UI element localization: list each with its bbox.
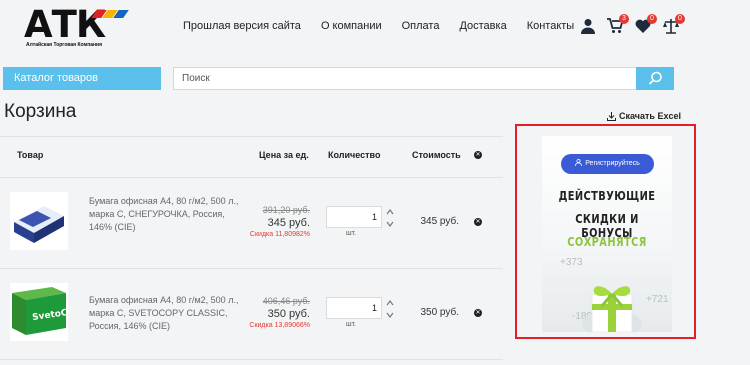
- unit: шт.: [346, 321, 356, 328]
- quantity-input[interactable]: 1: [326, 206, 382, 228]
- product-description[interactable]: Бумага офисная А4, 80 г/м2, 500 л., марк…: [89, 294, 249, 333]
- favorites-badge: 0: [647, 14, 657, 24]
- nav-delivery[interactable]: Доставка: [459, 20, 506, 32]
- row-cost: 345 руб.: [420, 216, 459, 227]
- nav-old-site[interactable]: Прошлая версия сайта: [183, 20, 301, 32]
- product-description[interactable]: Бумага офисная А4, 80 г/м2, 500 л., марк…: [89, 195, 249, 234]
- old-price: 391,20 руб.: [262, 205, 310, 215]
- download-excel-label: Скачать Excel: [619, 111, 681, 121]
- gift-icon: [582, 286, 642, 332]
- header-cost: Стоимость: [412, 150, 461, 160]
- remove-item-icon[interactable]: ✕: [474, 218, 482, 226]
- cart-badge: 3: [619, 14, 629, 24]
- logo[interactable]: АТК Алтайская Торговая Компания: [24, 6, 134, 48]
- user-icon: [575, 158, 583, 167]
- page-title: Корзина: [4, 101, 77, 122]
- divider: [0, 268, 503, 269]
- banner-line-1: ДЕЙСТВУЮЩИЕ: [558, 189, 656, 203]
- banner-line-3: СОХРАНЯТСЯ: [567, 235, 647, 249]
- divider: [0, 359, 503, 360]
- register-button[interactable]: Регистрируйтесь: [561, 154, 654, 174]
- search-icon: [648, 71, 662, 85]
- product-image[interactable]: [10, 192, 68, 250]
- download-excel-link[interactable]: Скачать Excel: [607, 111, 681, 121]
- product-image[interactable]: SvetoCopy: [10, 283, 87, 341]
- remove-item-icon[interactable]: ✕: [474, 309, 482, 317]
- old-price: 406,46 руб.: [262, 296, 310, 306]
- banner-number: +373: [560, 257, 583, 268]
- header-product: Товар: [17, 150, 44, 160]
- clear-cart-icon[interactable]: ✕: [474, 151, 482, 159]
- nav-contacts[interactable]: Контакты: [527, 20, 575, 32]
- catalog-button[interactable]: Каталог товаров: [3, 67, 161, 90]
- unit: шт.: [346, 230, 356, 237]
- promo-banner[interactable]: Регистрируйтесь ДЕЙСТВУЮЩИЕ СКИДКИ И БОН…: [542, 136, 672, 332]
- nav-about[interactable]: О компании: [321, 20, 382, 32]
- discount: Скидка 11,80982%: [249, 231, 310, 238]
- quantity-stepper[interactable]: [386, 208, 394, 228]
- top-nav: Прошлая версия сайта О компании Оплата Д…: [183, 20, 594, 32]
- discount: Скидка 13,89066%: [249, 322, 310, 329]
- row-cost: 350 руб.: [420, 307, 459, 318]
- download-icon: [607, 112, 616, 121]
- header-price: Цена за ед.: [259, 150, 309, 160]
- search-bar: [173, 67, 674, 90]
- divider: [0, 177, 503, 178]
- logo-subtitle: Алтайская Торговая Компания: [26, 42, 103, 48]
- compare-badge: 0: [675, 14, 685, 24]
- quantity-stepper[interactable]: [386, 299, 394, 319]
- compare-icon[interactable]: 0: [663, 14, 685, 34]
- promo-banner-frame: Регистрируйтесь ДЕЙСТВУЮЩИЕ СКИДКИ И БОН…: [515, 124, 696, 339]
- user-icon[interactable]: [580, 18, 596, 34]
- nav-payment[interactable]: Оплата: [402, 20, 440, 32]
- heart-icon[interactable]: 0: [635, 14, 657, 34]
- price: 350 руб.: [267, 308, 310, 320]
- logo-stripes: [91, 10, 130, 18]
- banner-number: +721: [646, 294, 669, 305]
- logo-text: АТК: [24, 3, 106, 46]
- search-button[interactable]: [636, 67, 674, 90]
- header-quantity: Количество: [328, 150, 381, 160]
- search-input[interactable]: [182, 68, 632, 89]
- divider: [0, 136, 503, 137]
- price: 345 руб.: [267, 217, 310, 229]
- register-label: Регистрируйтесь: [585, 160, 640, 167]
- quantity-input[interactable]: 1: [326, 297, 382, 319]
- cart-icon[interactable]: 3: [607, 14, 629, 34]
